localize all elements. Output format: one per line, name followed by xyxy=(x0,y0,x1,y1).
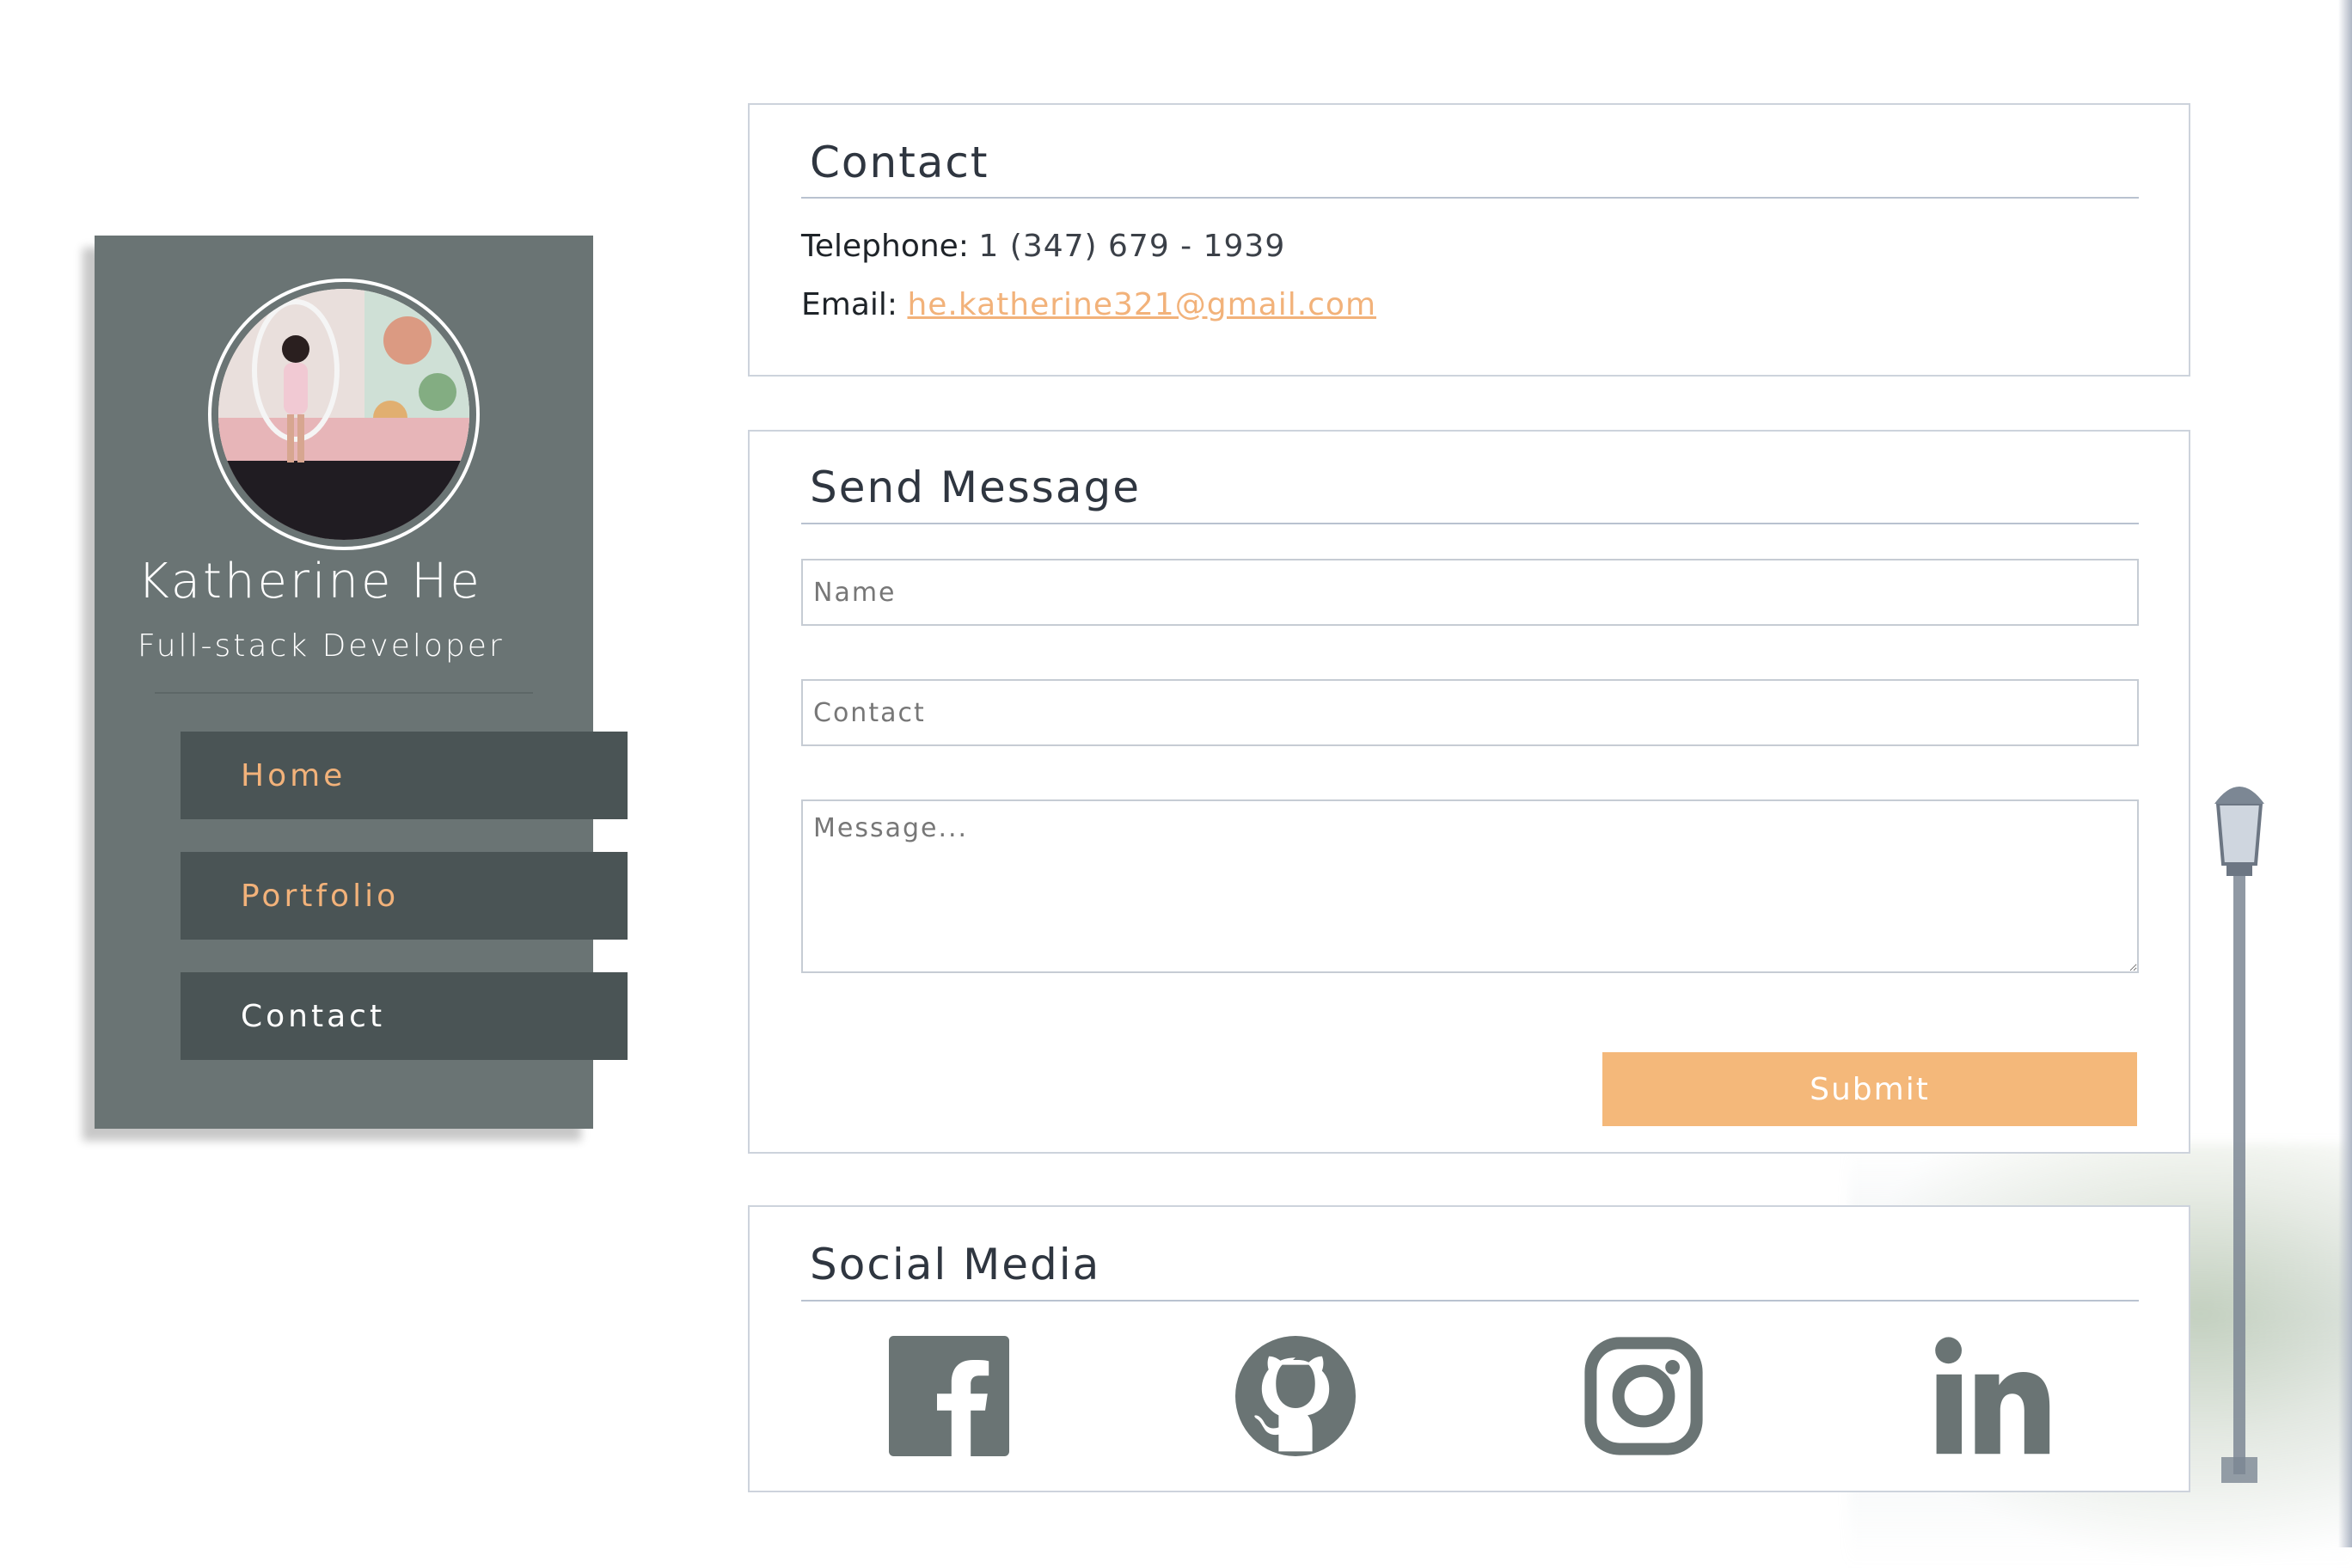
telephone-label: Telephone: xyxy=(801,229,969,264)
social-media-heading-rule xyxy=(801,1300,2139,1302)
profile-title: Full-stack Developer xyxy=(138,628,505,664)
telephone-value: 1 (347) 679 - 1939 xyxy=(978,229,1286,264)
avatar xyxy=(208,279,480,550)
nav-item-portfolio[interactable]: Portfolio xyxy=(181,852,628,940)
social-media-heading: Social Media xyxy=(810,1240,1101,1289)
nav-item-home[interactable]: Home xyxy=(181,732,628,819)
social-media-panel: Social Media xyxy=(748,1205,2190,1492)
email-line: Email: he.katherine321@gmail.com xyxy=(801,287,1376,322)
profile-name: Katherine He xyxy=(138,554,482,609)
github-icon[interactable] xyxy=(1235,1336,1356,1456)
email-label: Email: xyxy=(801,287,898,322)
profile-divider xyxy=(155,692,533,694)
contact-input[interactable] xyxy=(801,679,2139,746)
contact-panel: Contact Telephone: 1 (347) 679 - 1939 Em… xyxy=(748,103,2190,377)
send-message-heading-rule xyxy=(801,523,2139,524)
avatar-photo xyxy=(218,289,469,540)
email-link[interactable]: he.katherine321@gmail.com xyxy=(907,287,1376,322)
send-message-panel: Send Message Submit xyxy=(748,430,2190,1154)
submit-button[interactable]: Submit xyxy=(1602,1052,2137,1126)
page-scrollbar[interactable] xyxy=(2338,0,2352,1547)
contact-heading: Contact xyxy=(810,138,989,187)
contact-heading-rule xyxy=(801,197,2139,199)
facebook-icon[interactable] xyxy=(889,1336,1009,1456)
instagram-icon[interactable] xyxy=(1583,1336,1704,1456)
message-textarea[interactable] xyxy=(801,799,2139,973)
linkedin-icon[interactable] xyxy=(1932,1336,2052,1456)
send-message-heading: Send Message xyxy=(810,462,1141,512)
name-input[interactable] xyxy=(801,559,2139,626)
avatar-photo-illustration xyxy=(218,289,469,540)
nav-item-contact[interactable]: Contact xyxy=(181,972,628,1060)
telephone-line: Telephone: 1 (347) 679 - 1939 xyxy=(801,229,1285,264)
street-lamp-decoration xyxy=(2214,787,2264,1483)
